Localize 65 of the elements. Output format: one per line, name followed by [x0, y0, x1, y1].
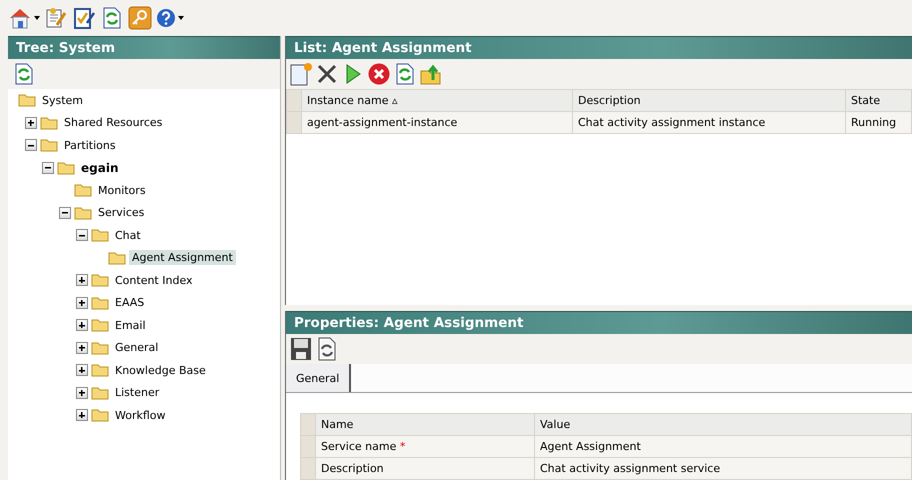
pane-title: Properties: Agent Assignment — [286, 311, 912, 334]
folder-icon — [91, 228, 109, 242]
folder-icon — [91, 386, 109, 400]
table-cell: Chat activity assignment instance — [572, 112, 846, 134]
tree-item[interactable]: Agent Assignment — [129, 250, 236, 266]
table-cell: agent-assignment-instance — [302, 112, 572, 134]
folder-icon — [57, 160, 75, 175]
tree-item[interactable]: Monitors — [95, 182, 149, 198]
help-icon — [156, 8, 176, 28]
tree-item[interactable]: Chat — [112, 228, 144, 243]
tree-item[interactable]: Services — [95, 205, 148, 220]
folder-icon — [40, 138, 58, 152]
property-value: Agent Assignment — [534, 436, 912, 458]
tree-item[interactable]: EAAS — [112, 295, 148, 310]
checklist-icon[interactable] — [72, 5, 96, 31]
collapse-toggle[interactable] — [25, 139, 37, 152]
property-value: Chat activity assignment service — [534, 458, 912, 480]
tree-item[interactable]: Listener — [112, 385, 162, 400]
folder-icon — [74, 206, 92, 220]
expand-toggle[interactable] — [76, 364, 88, 376]
expand-toggle[interactable] — [76, 386, 88, 399]
folder-icon — [91, 340, 109, 355]
column-header[interactable]: Instance name ▵ — [302, 90, 572, 112]
tree-item[interactable]: Knowledge Base — [112, 362, 209, 378]
folder-icon — [74, 183, 92, 198]
folder-icon — [18, 93, 36, 108]
pane-title: List: Agent Assignment — [286, 36, 912, 59]
table-cell: Running — [846, 112, 912, 134]
tree-item[interactable]: Email — [112, 318, 149, 333]
house-icon — [8, 7, 32, 29]
tree-item[interactable]: Shared Resources — [61, 115, 166, 130]
folder-icon — [91, 273, 109, 288]
folder-icon — [91, 363, 109, 378]
expand-toggle[interactable] — [76, 319, 88, 332]
folder-icon — [40, 116, 58, 130]
property-name: Description — [316, 458, 534, 480]
expand-toggle[interactable] — [76, 296, 88, 309]
stop-icon[interactable] — [367, 61, 391, 87]
collapse-toggle[interactable] — [76, 229, 88, 242]
save-icon[interactable] — [289, 336, 313, 362]
expand-toggle[interactable] — [25, 116, 37, 129]
folder-icon — [91, 318, 109, 332]
collapse-toggle[interactable] — [42, 162, 54, 174]
expand-toggle[interactable] — [76, 409, 88, 422]
tree-item[interactable]: General — [112, 340, 162, 356]
tree-item[interactable]: egain — [78, 160, 122, 176]
folder-icon — [108, 250, 126, 265]
column-header: Value — [534, 414, 912, 436]
tree-item[interactable]: Workflow — [112, 408, 169, 423]
property-name: Service name * — [316, 436, 534, 458]
tree-item[interactable]: Content Index — [112, 272, 196, 288]
collapse-toggle[interactable] — [59, 206, 71, 219]
tab[interactable]: General — [286, 364, 352, 392]
tree-item[interactable]: Partitions — [61, 138, 119, 153]
folder-icon — [91, 408, 109, 422]
column-header: Name — [316, 414, 534, 436]
column-header[interactable]: Description — [572, 90, 846, 112]
tree-item[interactable]: System — [39, 92, 86, 108]
expand-toggle[interactable] — [76, 274, 88, 286]
key-icon[interactable] — [128, 5, 152, 31]
expand-toggle[interactable] — [76, 342, 88, 354]
pane-title: Tree: System — [8, 36, 280, 59]
new-document-icon[interactable] — [289, 61, 313, 87]
folder-icon — [91, 296, 109, 310]
column-header[interactable]: State — [846, 90, 912, 112]
